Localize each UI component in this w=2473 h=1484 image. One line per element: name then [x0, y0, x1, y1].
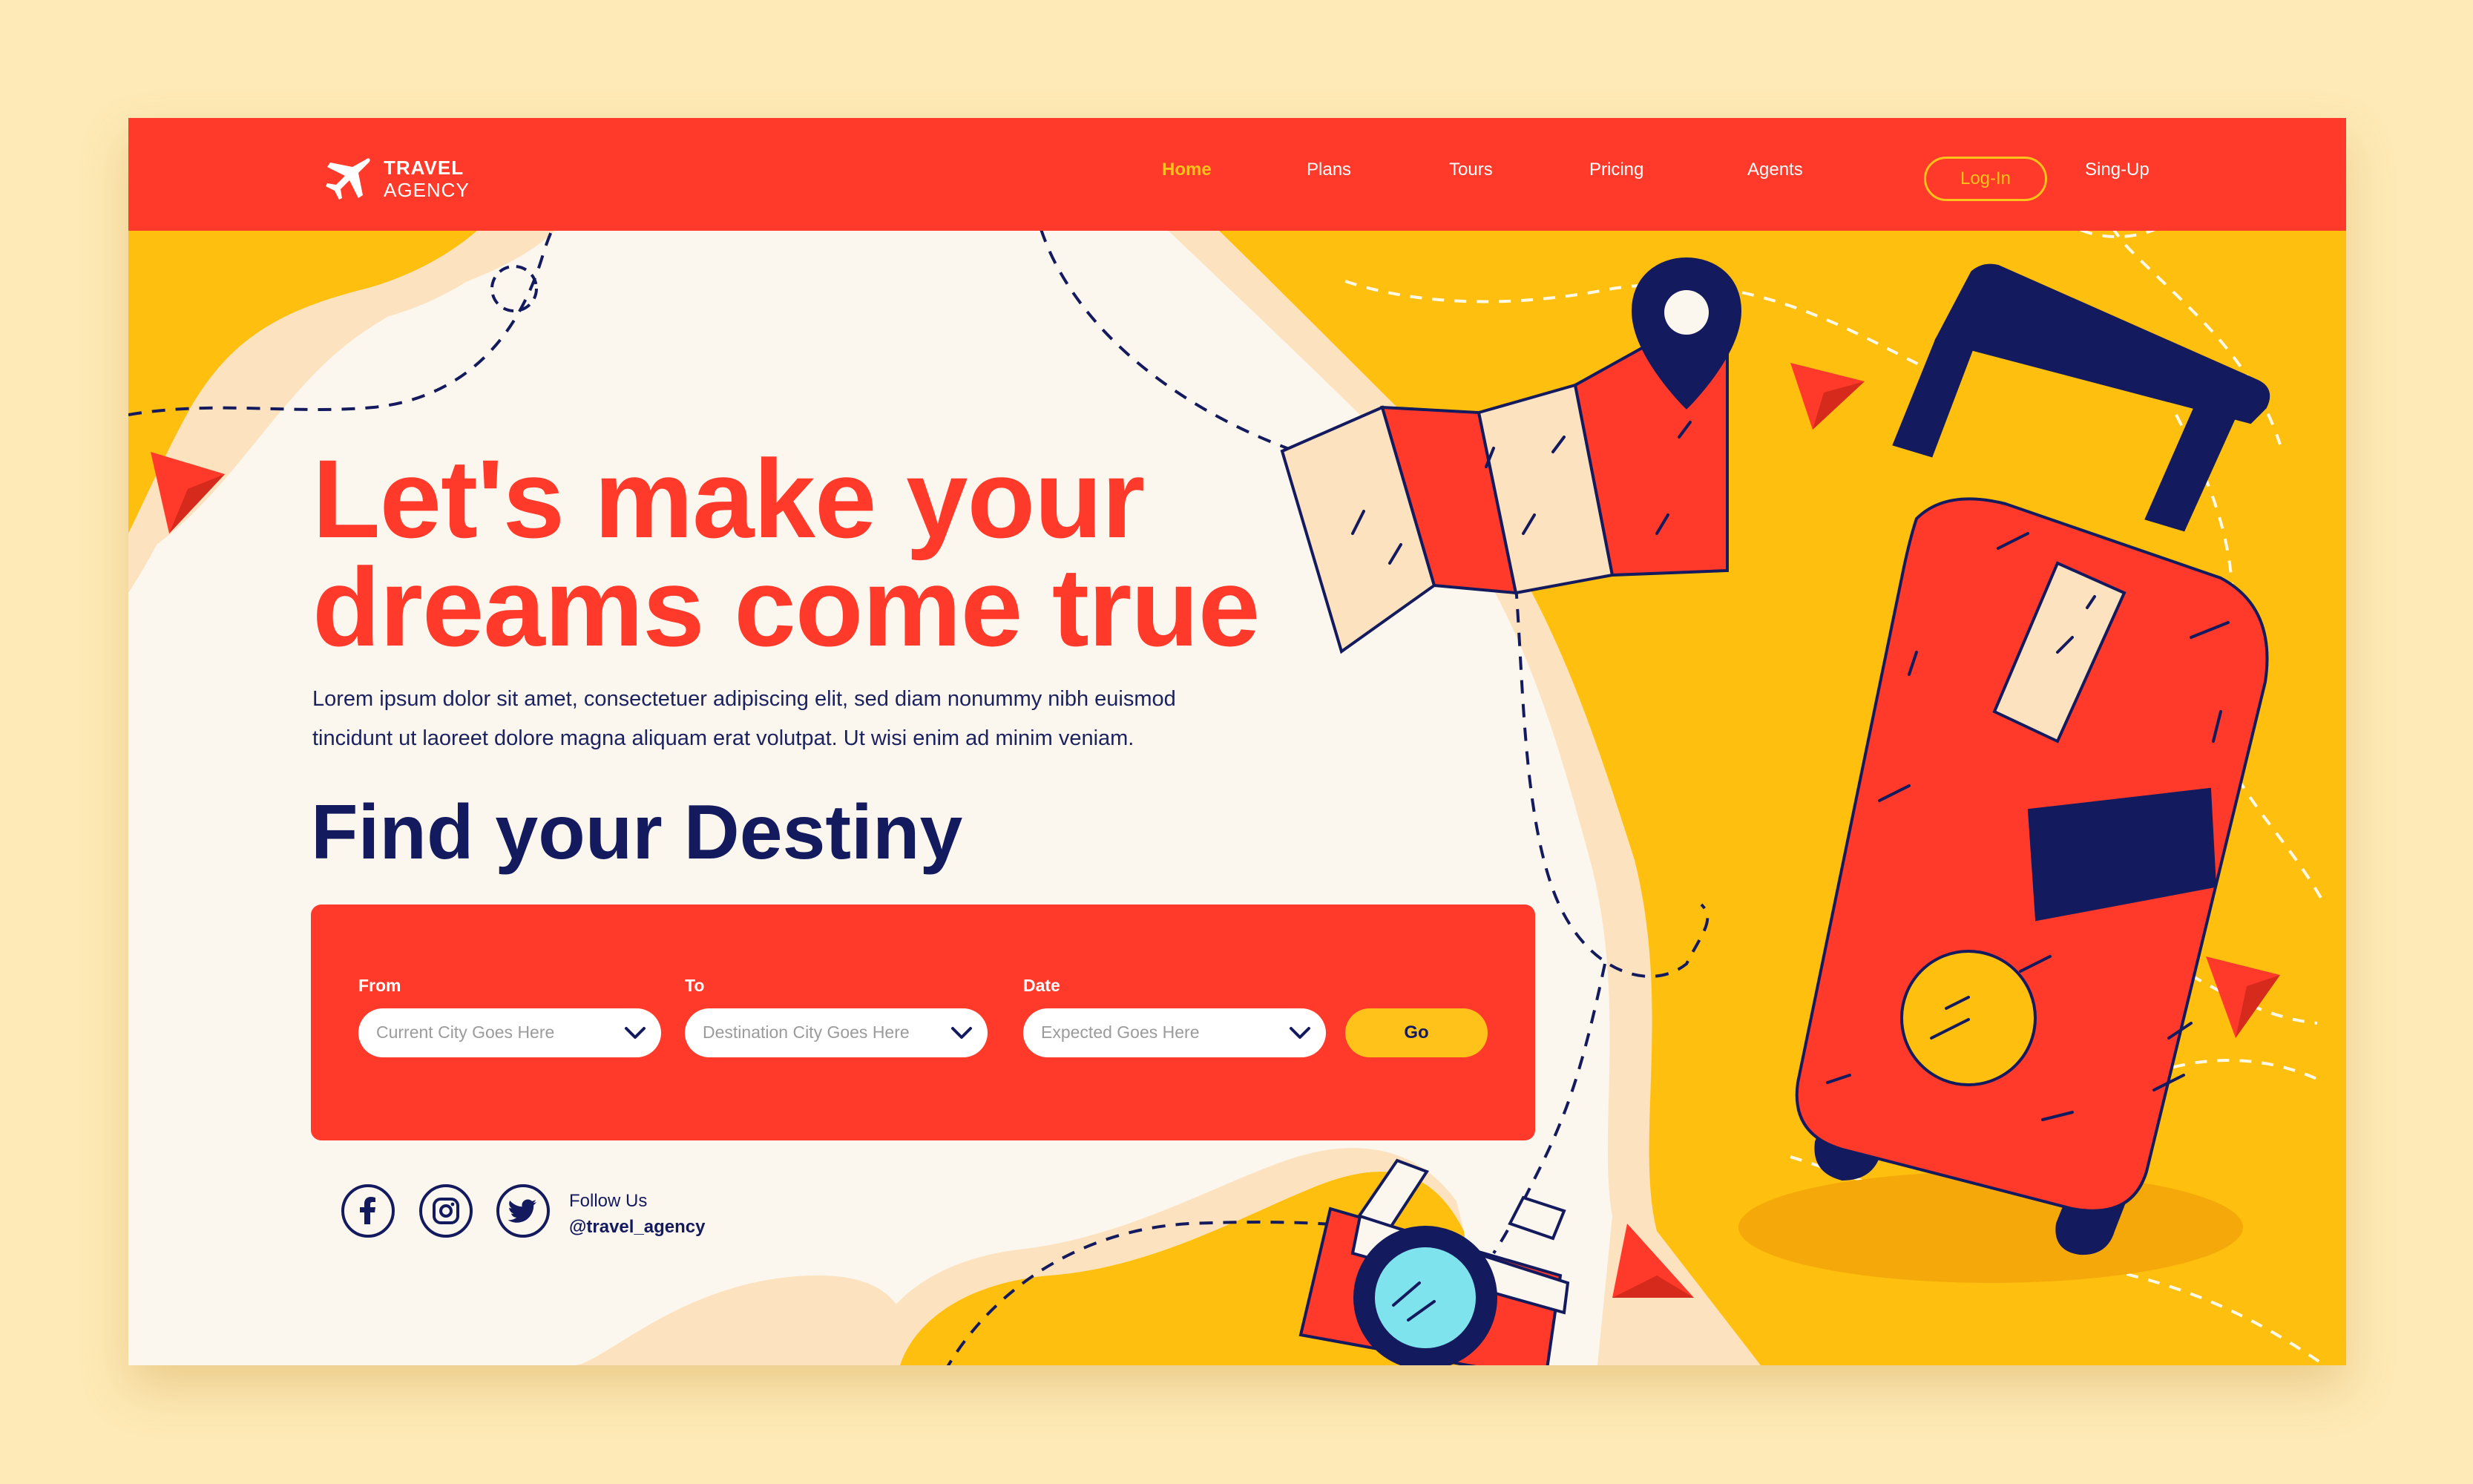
go-button[interactable]: Go [1345, 1008, 1488, 1057]
hero-title-line1: Let's make your [312, 436, 1145, 561]
signup-link[interactable]: Sing-Up [2085, 160, 2149, 180]
from-placeholder: Current City Goes Here [376, 1022, 555, 1042]
nav-item-tours[interactable]: Tours [1449, 160, 1493, 180]
facebook-link[interactable] [341, 1184, 395, 1238]
chevron-down-icon [625, 1027, 646, 1039]
brand-name-line2: AGENCY [384, 179, 470, 201]
nav-item-home[interactable]: Home [1162, 160, 1212, 180]
landing-page: TRAVEL AGENCY Home Plans Tours Pricing A… [128, 118, 2346, 1365]
search-heading: Find your Destiny [311, 789, 963, 876]
nav-item-agents[interactable]: Agents [1747, 160, 1803, 180]
instagram-link[interactable] [419, 1184, 473, 1238]
brand-name-line1: TRAVEL [384, 157, 464, 179]
nav-item-pricing[interactable]: Pricing [1589, 160, 1643, 180]
date-select[interactable]: Expected Goes Here [1023, 1008, 1326, 1057]
follow-us-label: Follow Us [569, 1191, 648, 1211]
twitter-icon [508, 1199, 536, 1223]
hero-description-line2: tincidunt ut laoreet dolore magna aliqua… [312, 726, 1134, 750]
hero-description-line1: Lorem ipsum dolor sit amet, consectetuer… [312, 687, 1176, 711]
to-label: To [685, 976, 705, 995]
search-panel: From Current City Goes Here To Destinati… [311, 904, 1535, 1140]
date-placeholder: Expected Goes Here [1041, 1022, 1200, 1042]
date-label: Date [1023, 976, 1060, 995]
hero-title-line2: dreams come true [312, 545, 1260, 669]
twitter-link[interactable] [496, 1184, 550, 1238]
login-button[interactable]: Log-In [1924, 157, 2047, 201]
instagram-icon [433, 1198, 459, 1224]
hero-title: Let's make your dreams come true [312, 436, 1425, 669]
to-select[interactable]: Destination City Goes Here [685, 1008, 988, 1057]
nav-item-plans[interactable]: Plans [1307, 160, 1351, 180]
social-handle[interactable]: @travel_agency [569, 1217, 706, 1238]
to-placeholder: Destination City Goes Here [703, 1022, 910, 1042]
chevron-down-icon [951, 1027, 972, 1039]
from-label: From [358, 976, 401, 995]
chevron-down-icon [1290, 1027, 1310, 1039]
from-select[interactable]: Current City Goes Here [358, 1008, 661, 1057]
facebook-icon [360, 1197, 375, 1224]
hero-description: Lorem ipsum dolor sit amet, consectetuer… [312, 680, 1277, 758]
airplane-icon [326, 158, 370, 200]
navbar: TRAVEL AGENCY Home Plans Tours Pricing A… [128, 118, 2346, 231]
